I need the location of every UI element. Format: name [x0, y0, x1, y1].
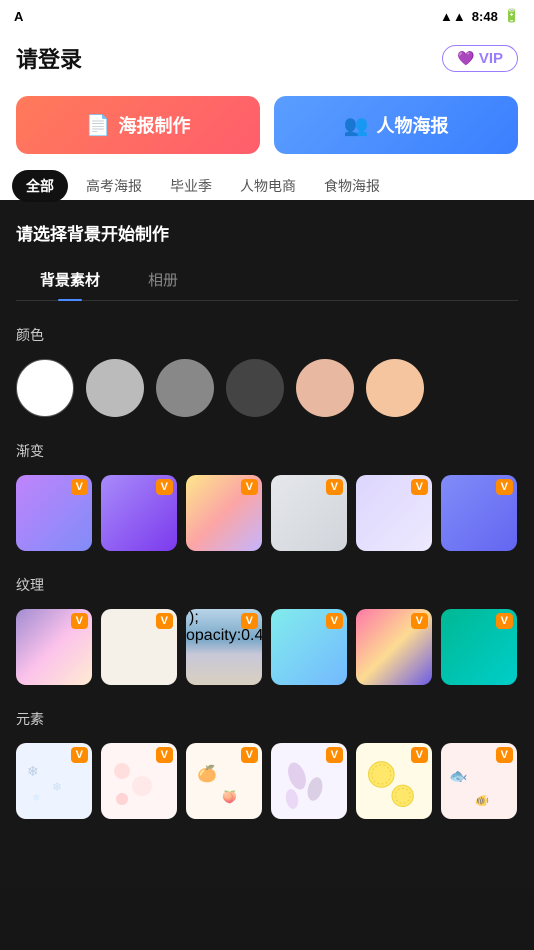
color-gray[interactable]	[156, 359, 214, 417]
sub-tabs: 背景素材 相册	[16, 261, 518, 301]
gradient-item-4[interactable]: V	[271, 475, 347, 551]
gradient-section-label: 渐变	[16, 441, 518, 461]
vip-tex-1: V	[71, 613, 88, 629]
element-item-6[interactable]: V 🐟 🐠	[441, 743, 517, 819]
color-row	[16, 359, 518, 417]
element-item-1[interactable]: V ❄ ❄ ❄	[16, 743, 92, 819]
vip-tex-6: V	[496, 613, 513, 629]
element-item-3[interactable]: V 🍊 🍑	[186, 743, 262, 819]
overlay-panel: 请选择背景开始制作 背景素材 相册 颜色 渐变 V V V V V V	[0, 200, 534, 950]
element-section-label: 元素	[16, 709, 518, 729]
texture-grid: V V V '); opacity:0.4;"> V V V	[16, 609, 518, 685]
svg-text:🍊: 🍊	[197, 764, 218, 783]
poster-label: 海报制作	[118, 112, 190, 138]
texture-section-label: 纹理	[16, 575, 518, 595]
vip-corner-3: V	[241, 479, 258, 495]
color-light-peach[interactable]	[366, 359, 424, 417]
color-peach[interactable]	[296, 359, 354, 417]
element-item-5[interactable]: V	[356, 743, 432, 819]
color-section-label: 颜色	[16, 325, 518, 345]
battery-icon: 🔋	[504, 8, 520, 24]
texture-item-5[interactable]: V	[356, 609, 432, 685]
gradient-item-5[interactable]: V	[356, 475, 432, 551]
color-light-gray[interactable]	[86, 359, 144, 417]
poster-button[interactable]: 📄 海报制作	[16, 96, 260, 154]
vip-heart-icon: 💜	[457, 50, 474, 67]
wifi-icon: ▲▲	[440, 9, 466, 24]
texture-item-3[interactable]: V '); opacity:0.4;">	[186, 609, 262, 685]
vip-tex-2: V	[156, 613, 173, 629]
svg-text:❄: ❄	[32, 793, 40, 804]
element-item-2[interactable]: V	[101, 743, 177, 819]
person-poster-icon: 👥	[344, 113, 369, 138]
gradient-item-3[interactable]: V	[186, 475, 262, 551]
gradient-item-6[interactable]: V	[441, 475, 517, 551]
svg-text:🍑: 🍑	[222, 790, 237, 804]
texture-item-4[interactable]: V	[271, 609, 347, 685]
vip-label: VIP	[479, 50, 503, 67]
sub-tab-album[interactable]: 相册	[124, 261, 202, 300]
person-poster-label: 人物海报	[376, 112, 448, 138]
status-right: ▲▲ 8:48 🔋	[440, 8, 520, 24]
texture-item-1[interactable]: V	[16, 609, 92, 685]
person-poster-button[interactable]: 👥 人物海报	[274, 96, 518, 154]
vip-corner-2: V	[156, 479, 173, 495]
color-white[interactable]	[16, 359, 74, 417]
vip-corner-4: V	[326, 479, 343, 495]
texture-item-6[interactable]: V	[441, 609, 517, 685]
vip-corner-1: V	[71, 479, 88, 495]
panel-title: 请选择背景开始制作	[16, 220, 518, 245]
element-grid: V ❄ ❄ ❄ V V 🍊 🍑 V	[16, 743, 518, 819]
page-title: 请登录	[16, 42, 82, 74]
sub-tab-material[interactable]: 背景素材	[16, 261, 124, 300]
svg-text:❄: ❄	[27, 763, 39, 779]
vip-corner-5: V	[411, 479, 428, 495]
app-icon: A	[14, 9, 23, 24]
vip-badge[interactable]: 💜 VIP	[442, 45, 518, 72]
header: 请登录 💜 VIP	[0, 32, 534, 86]
svg-text:🐟: 🐟	[449, 768, 468, 785]
action-buttons: 📄 海报制作 👥 人物海报	[0, 86, 534, 166]
poster-icon: 📄	[86, 113, 111, 138]
vip-tex-5: V	[411, 613, 428, 629]
gradient-item-1[interactable]: V	[16, 475, 92, 551]
texture-item-2[interactable]: V	[101, 609, 177, 685]
svg-text:🐠: 🐠	[475, 794, 490, 807]
gradient-grid: V V V V V V	[16, 475, 518, 551]
vip-tex-4: V	[326, 613, 343, 629]
vip-corner-6: V	[496, 479, 513, 495]
battery-time: 8:48	[472, 9, 498, 24]
element-item-4[interactable]: V	[271, 743, 347, 819]
svg-text:❄: ❄	[52, 780, 62, 794]
gradient-item-2[interactable]: V	[101, 475, 177, 551]
status-bar: A ▲▲ 8:48 🔋	[0, 0, 534, 32]
color-dark-gray[interactable]	[226, 359, 284, 417]
tab-all[interactable]: 全部	[12, 170, 68, 202]
